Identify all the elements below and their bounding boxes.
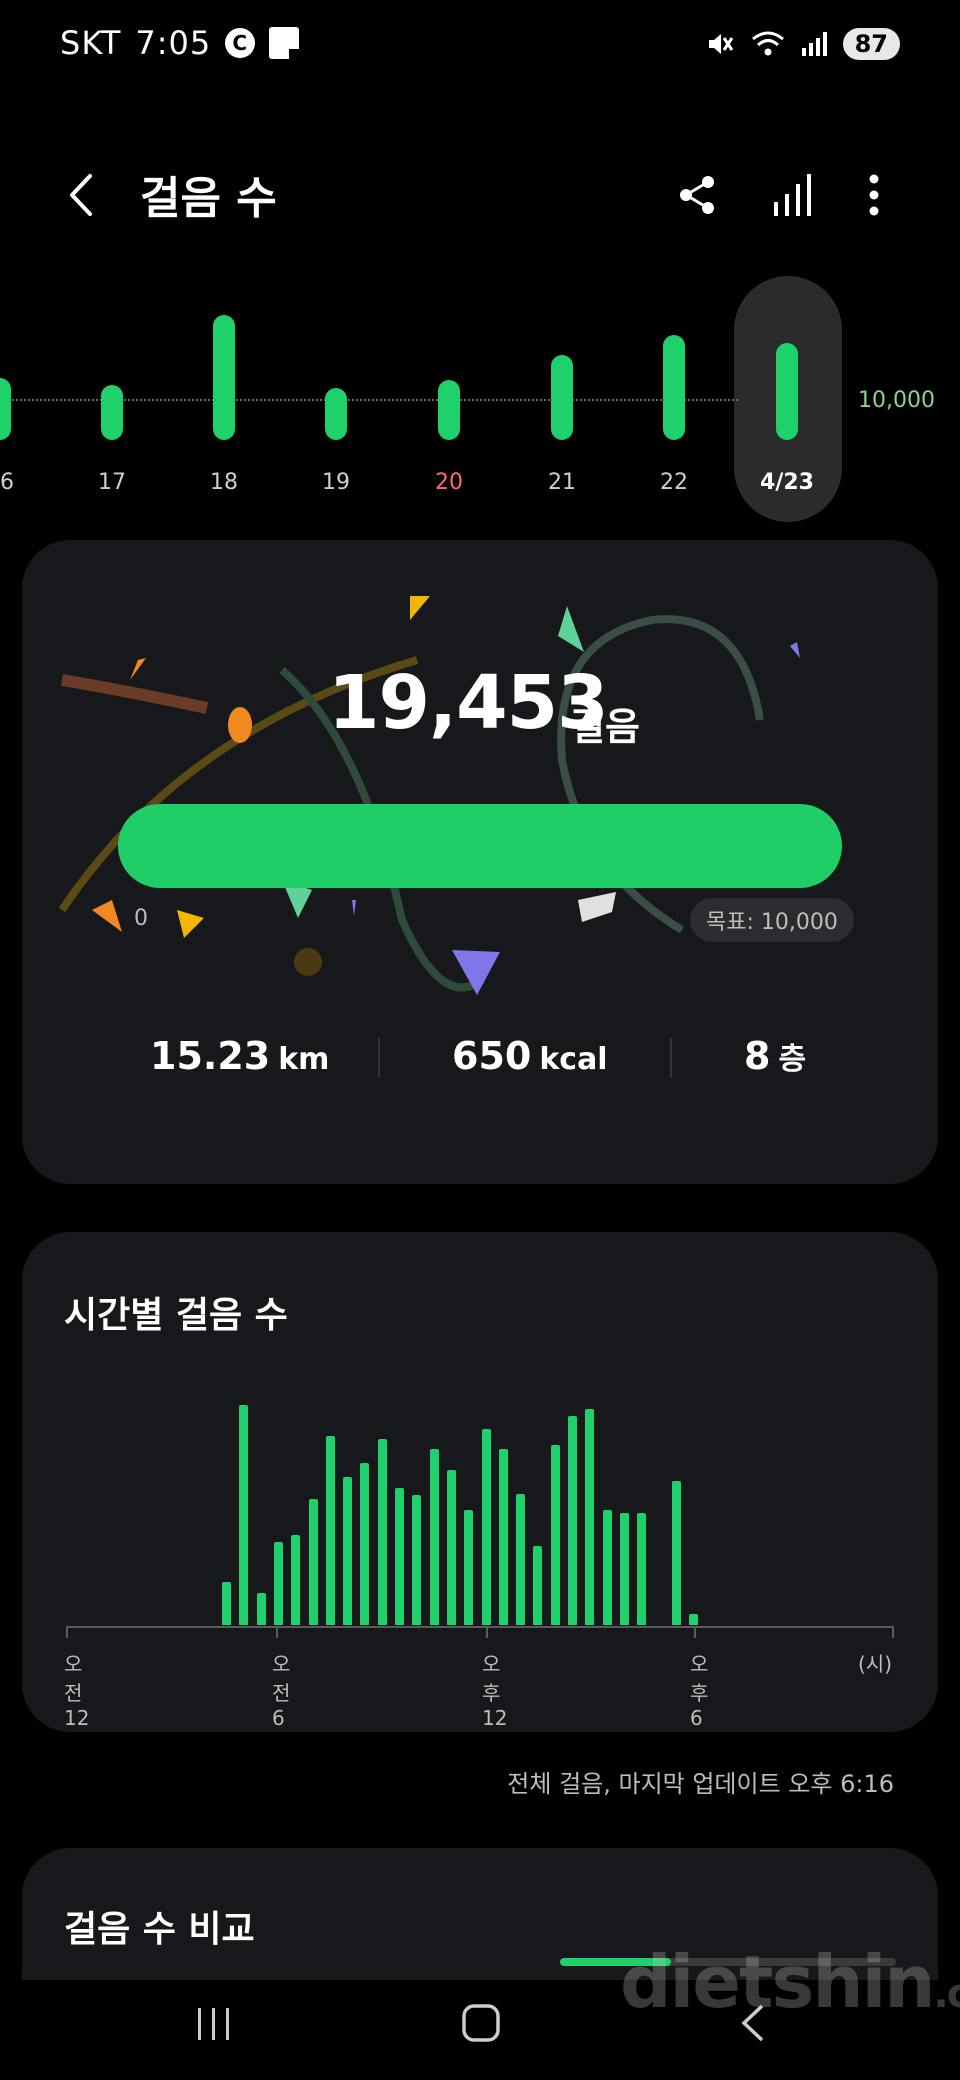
hourly-bar: [222, 1581, 231, 1625]
battery-level: 87: [854, 30, 888, 58]
hourly-bar: [602, 1509, 612, 1625]
axis-label: 오전 6: [272, 1652, 291, 1730]
hourly-bar: [429, 1448, 439, 1625]
week-bar-4/23[interactable]: [776, 342, 798, 440]
signal-icon: [801, 32, 827, 56]
hourly-bar: [325, 1436, 335, 1625]
hourly-bar: [377, 1439, 387, 1625]
metric-divider: [670, 1038, 672, 1078]
back-icon[interactable]: [62, 170, 102, 220]
goal-progress-bar: [118, 804, 842, 888]
hourly-bar: [273, 1542, 283, 1625]
goal-line-label: 10,000: [858, 388, 935, 413]
axis-label: 오후 12: [482, 1652, 508, 1730]
watermark-text: dietshin: [620, 1940, 936, 2024]
c-badge-icon: C: [225, 28, 256, 58]
metric-divider: [378, 1038, 380, 1078]
hourly-bar: [619, 1513, 629, 1625]
hourly-bar: [498, 1448, 508, 1625]
battery-indicator: 87: [842, 28, 900, 60]
hourly-bar: [256, 1592, 266, 1625]
hourly-bar: [239, 1405, 249, 1625]
week-bar-22[interactable]: [663, 335, 685, 440]
axis-tick: [276, 1626, 278, 1638]
watermark: dietshin.com: [620, 1940, 960, 2024]
week-day-label[interactable]: 20: [419, 470, 479, 495]
hourly-bar: [291, 1535, 301, 1625]
axis-tick: [892, 1626, 894, 1638]
week-day-label[interactable]: 17: [82, 470, 142, 495]
chart-icon[interactable]: [770, 170, 818, 220]
week-day-label[interactable]: 19: [306, 470, 366, 495]
compare-title: 걸음 수 비교: [64, 1909, 255, 1950]
calories-metric: 650 kcal: [452, 1034, 608, 1078]
progress-min-label: 0: [134, 906, 148, 931]
week-bar-20[interactable]: [438, 380, 460, 440]
hourly-bar: [671, 1481, 681, 1625]
hourly-x-axis: [66, 1626, 892, 1628]
axis-label: 오후 6: [690, 1652, 709, 1730]
step-unit: 걸음: [570, 705, 640, 749]
week-bar-17[interactable]: [101, 385, 123, 440]
axis-label: 오전 12: [64, 1652, 90, 1730]
week-day-label[interactable]: 22: [644, 470, 704, 495]
axis-label: (시): [858, 1652, 893, 1676]
floors-unit: 층: [778, 1042, 807, 1077]
axis-tick: [66, 1626, 68, 1638]
hourly-bar: [360, 1463, 370, 1625]
share-icon[interactable]: [674, 170, 722, 220]
hourly-bar: [395, 1488, 404, 1625]
goal-badge: 목표: 10,000: [690, 898, 854, 942]
more-icon[interactable]: [850, 170, 898, 220]
week-day-label[interactable]: 18: [194, 470, 254, 495]
hourly-bar: [637, 1513, 647, 1625]
status-right: 87: [705, 28, 900, 60]
clock: 7:05: [135, 24, 212, 62]
calories-unit: kcal: [539, 1042, 608, 1077]
hourly-bar: [308, 1499, 318, 1625]
distance-unit: km: [278, 1042, 330, 1077]
hourly-bar: [446, 1470, 456, 1625]
floors-metric: 8 층: [744, 1034, 806, 1078]
hourly-bar: [412, 1495, 422, 1625]
hourly-bar: [550, 1445, 560, 1625]
week-day-label[interactable]: 16: [0, 470, 30, 495]
page-title: 걸음 수: [140, 173, 277, 224]
status-left: SKT 7:05 C: [60, 24, 300, 62]
hourly-bar: [533, 1545, 543, 1625]
carrier-label: SKT: [60, 24, 122, 62]
axis-tick: [694, 1626, 696, 1638]
last-update-text: 전체 걸음, 마지막 업데이트 오후 6:16: [507, 1770, 894, 1798]
hourly-bar: [516, 1493, 526, 1625]
status-bar: SKT 7:05 C 87: [0, 0, 960, 95]
hourly-bar: [343, 1477, 353, 1625]
week-bar-18[interactable]: [213, 315, 235, 440]
floors-value: 8: [744, 1034, 771, 1078]
watermark-suffix: .com: [933, 1971, 960, 2017]
distance-value: 15.23: [150, 1034, 271, 1078]
hourly-bar: [481, 1429, 491, 1625]
recent-apps-icon[interactable]: [194, 2004, 234, 2044]
hourly-title: 시간별 걸음 수: [64, 1295, 288, 1336]
note-icon: [269, 27, 300, 59]
axis-tick: [486, 1626, 488, 1638]
home-icon[interactable]: [460, 2002, 502, 2044]
hourly-bar: [464, 1509, 474, 1625]
hourly-bar: [585, 1409, 595, 1625]
calories-value: 650: [452, 1034, 532, 1078]
week-bar-19[interactable]: [325, 387, 347, 440]
week-day-label[interactable]: 4/23: [757, 470, 817, 495]
step-count: 19,453: [328, 660, 609, 746]
week-bar-16[interactable]: [0, 377, 11, 440]
week-bar-21[interactable]: [551, 355, 573, 440]
wifi-icon: [751, 31, 784, 56]
hourly-bar: [689, 1614, 699, 1625]
hourly-bar: [568, 1416, 577, 1625]
week-day-label[interactable]: 21: [532, 470, 592, 495]
distance-metric: 15.23 km: [150, 1034, 329, 1078]
mute-icon: [708, 34, 733, 54]
